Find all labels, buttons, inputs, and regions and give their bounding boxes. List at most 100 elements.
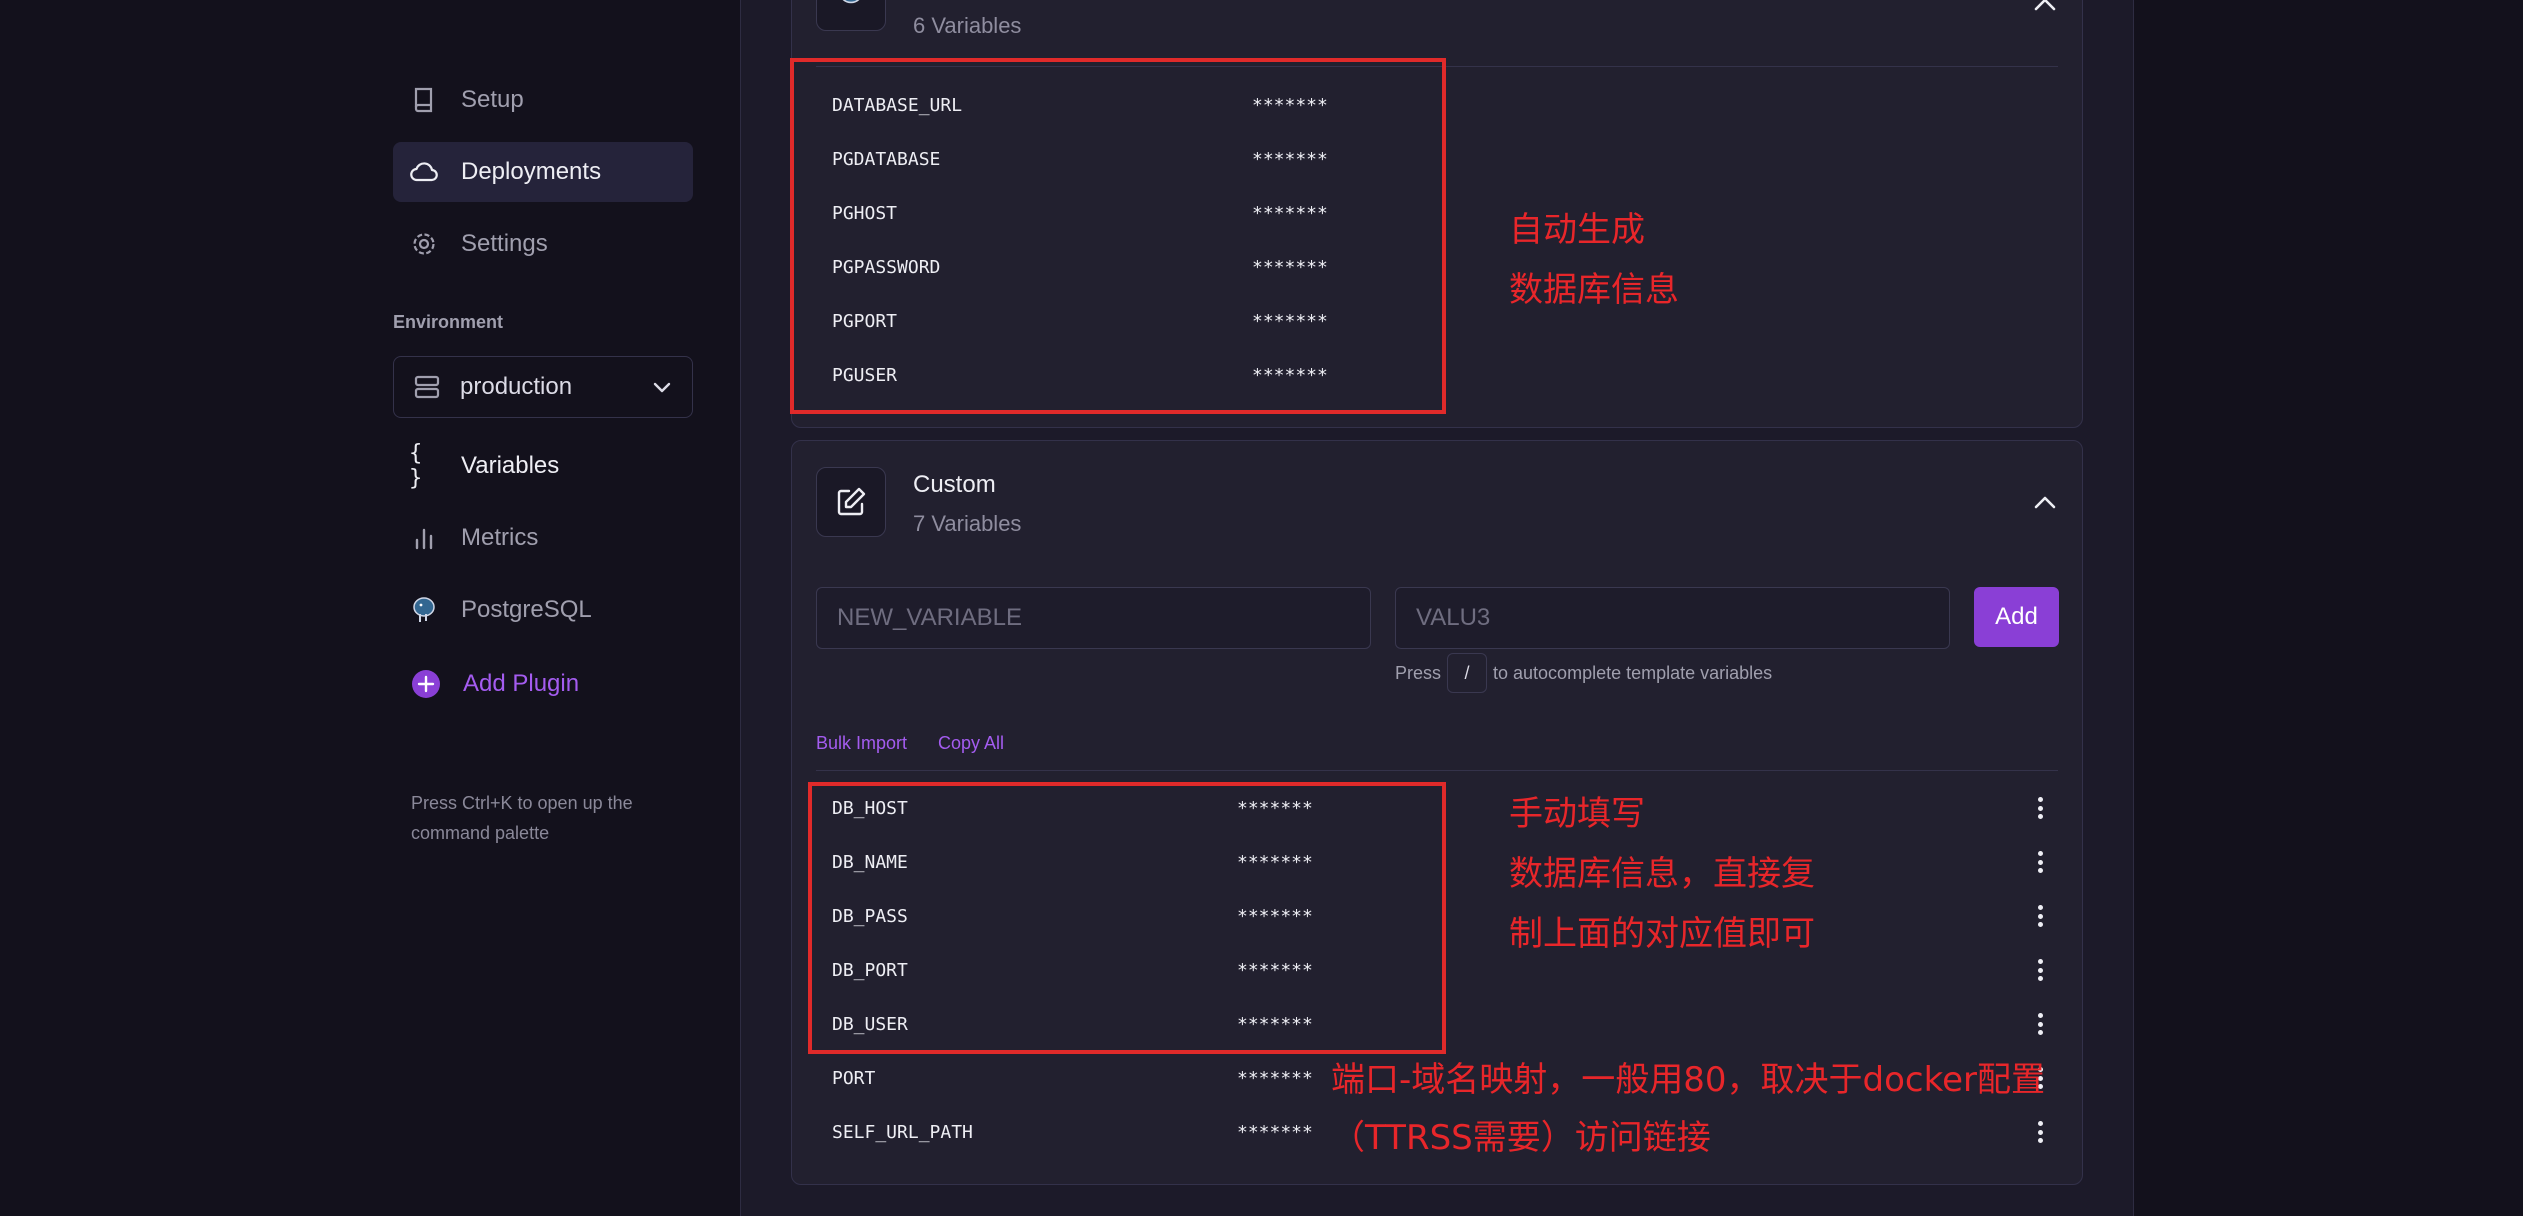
sidebar-item-label: Deployments [461,158,602,185]
variable-name: DB_PORT [832,959,908,981]
variable-value-masked[interactable]: ******* [1237,960,1313,981]
divider [816,770,2058,771]
annotation-line: 手动填写 [1509,794,1645,834]
autocomplete-hint: Press / to autocomplete template variabl… [1395,653,1772,693]
sidebar-item-label: Setup [461,86,524,113]
sidebar-item-label: Variables [461,452,560,479]
sidebar-item-label: PostgreSQL [461,596,592,623]
variable-row[interactable]: DB_USER ******* [832,1004,2052,1044]
variable-value-masked[interactable]: ******* [1252,365,1328,386]
variable-name: PGHOST [832,202,898,224]
annotation-note-manual: 手动填写 数据库信息，直接复 制上面的对应值即可 [1509,784,1815,964]
annotation-line: 自动生成 [1509,210,1645,250]
more-options-icon[interactable] [2028,904,2052,928]
main-panel: 6 Variables DATABASE_URL ******* PGDATABAS… [740,0,2134,1216]
annotation-note-port: 端口-域名映射，一般用80，取决于docker配置 [1331,1060,2045,1100]
variable-row[interactable]: DB_PASS ******* [832,896,2052,936]
variable-value-masked[interactable]: ******* [1252,311,1328,332]
annotation-note-auto: 自动生成 数据库信息 [1509,200,1679,320]
sidebar-item-label: Metrics [461,524,539,551]
variable-name: PGDATABASE [832,148,941,170]
sidebar-item-metrics[interactable]: Metrics [393,508,693,568]
card-subtitle: 7 Variables [913,511,1022,536]
variable-value-masked[interactable]: ******* [1252,95,1328,116]
annotation-line: 制上面的对应值即可 [1509,914,1815,954]
more-options-icon[interactable] [2028,958,2052,982]
variable-row[interactable]: DB_HOST ******* [832,788,2052,828]
bar-chart-icon [409,523,439,553]
braces-icon: { } [409,441,423,491]
variable-row[interactable]: PGUSER ******* [832,355,2052,395]
sidebar-item-deployments[interactable]: Deployments [393,142,693,202]
variable-value-masked[interactable]: ******* [1252,149,1328,170]
edit-icon [816,467,886,537]
variable-value-masked[interactable]: ******* [1237,798,1313,819]
new-variable-name-input[interactable] [835,603,1370,633]
add-variable-button[interactable]: Add [1974,587,2059,647]
variable-value-masked[interactable]: ******* [1237,852,1313,873]
book-icon [409,85,439,115]
hint-text: Press [1395,662,1442,683]
more-options-icon[interactable] [2028,1012,2052,1036]
new-variable-value-input[interactable] [1414,603,1949,633]
chevron-up-icon[interactable] [2032,0,2058,18]
more-options-icon[interactable] [2028,850,2052,874]
variable-row[interactable]: PGPORT ******* [832,301,2052,341]
hint-text: to autocomplete template variables [1493,662,1773,683]
variable-value-masked[interactable]: ******* [1237,1014,1313,1035]
variable-value-masked[interactable]: ******* [1237,1068,1313,1089]
variable-name: SELF_URL_PATH [832,1121,973,1143]
environment-select[interactable]: production [393,356,693,418]
postgres-variables-card: 6 Variables DATABASE_URL ******* PGDATABAS… [791,0,2083,428]
more-options-icon[interactable] [2028,1120,2052,1144]
variable-row[interactable]: PGPASSWORD ******* [832,247,2052,287]
sidebar-item-label: Settings [461,230,548,257]
divider [816,66,2058,67]
variable-name: DB_USER [832,1013,908,1035]
variable-name: PGUSER [832,364,898,386]
new-variable-value-field[interactable] [1395,587,1950,649]
command-palette-hint: Press Ctrl+K to open up the command pale… [411,793,633,843]
variable-name: DATABASE_URL [832,94,963,116]
add-plugin-button[interactable]: Add Plugin [395,654,695,714]
variable-row[interactable]: PGDATABASE ******* [832,139,2052,179]
annotation-note-self-url: （TTRSS需要）访问链接 [1331,1118,1711,1158]
card-subtitle: 6 Variables [913,13,1022,38]
variable-name: DB_PASS [832,905,908,927]
chevron-down-icon [652,375,672,406]
variable-value-masked[interactable]: ******* [1237,1122,1313,1143]
variable-name: PGPORT [832,310,898,332]
bulk-import-link[interactable]: Bulk Import [816,733,907,754]
more-options-icon[interactable] [2028,796,2052,820]
slash-key: / [1447,653,1488,693]
variable-name: PGPASSWORD [832,256,941,278]
annotation-line: 数据库信息，直接复 [1509,854,1815,894]
server-icon [414,374,440,400]
card-title: Custom [913,471,996,498]
cloud-icon [409,157,439,187]
postgres-elephant-icon [409,595,439,625]
variable-row[interactable]: PGHOST ******* [832,193,2052,233]
variable-name: DB_NAME [832,851,908,873]
chevron-up-icon[interactable] [2032,493,2058,516]
add-plugin-label: Add Plugin [463,670,580,697]
variable-value-masked[interactable]: ******* [1237,906,1313,927]
sidebar-item-variables[interactable]: { } Variables [393,436,693,496]
variable-value-masked[interactable]: ******* [1252,203,1328,224]
new-variable-name-field[interactable] [816,587,1371,649]
copy-all-link[interactable]: Copy All [938,733,1004,754]
environment-value: production [460,373,573,400]
sidebar-item-setup[interactable]: Setup [393,70,693,130]
variable-row[interactable]: DB_PORT ******* [832,950,2052,990]
variable-row[interactable]: DB_NAME ******* [832,842,2052,882]
postgres-elephant-icon [816,0,886,31]
variable-name: PORT [832,1067,876,1089]
variable-name: DB_HOST [832,797,908,819]
variable-value-masked[interactable]: ******* [1252,257,1328,278]
annotation-line: 数据库信息 [1509,270,1679,310]
sidebar-item-postgresql[interactable]: PostgreSQL [393,580,693,640]
variable-row[interactable]: DATABASE_URL ******* [832,85,2052,125]
sidebar-item-settings[interactable]: Settings [393,214,693,274]
gear-icon [409,229,439,259]
sidebar: Setup Deployments Settings Environment p… [0,0,740,1216]
